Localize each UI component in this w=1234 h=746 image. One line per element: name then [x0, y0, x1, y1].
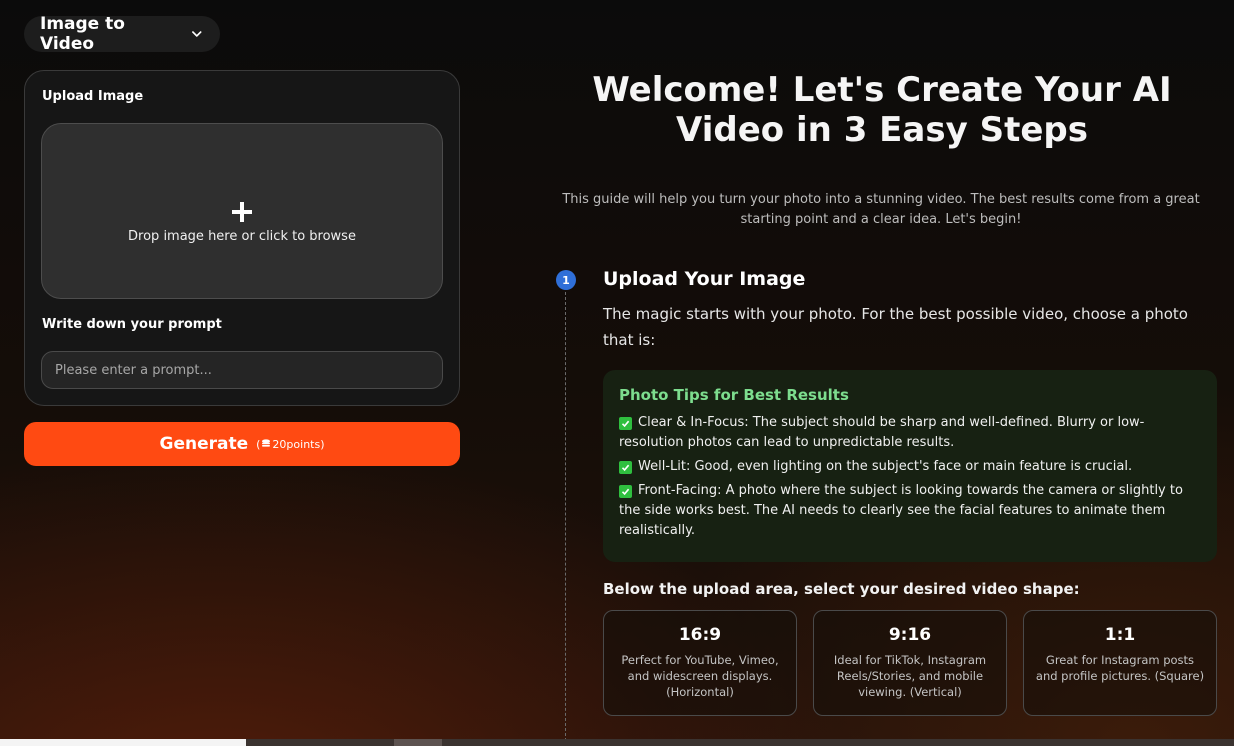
video-shape-heading: Below the upload area, select your desir…: [603, 580, 1080, 598]
tip-item: Well-Lit: Good, even lighting on the sub…: [619, 457, 1201, 477]
page-title-line1: Welcome! Let's Create Your AI: [592, 70, 1172, 110]
generate-cost: (20points): [256, 437, 325, 451]
photo-tips-box: Photo Tips for Best Results Clear & In-F…: [603, 370, 1217, 562]
generate-cost-value: 20points: [272, 437, 321, 451]
generate-button[interactable]: Generate (20points): [24, 422, 460, 466]
mode-selector[interactable]: Image to Video: [24, 14, 220, 54]
page-subtitle: This guide will help you turn your photo…: [562, 192, 1200, 227]
tip-text: Well-Lit: Good, even lighting on the sub…: [638, 459, 1133, 474]
plus-icon: [232, 202, 252, 222]
shape-card-9-16[interactable]: 9:16 Ideal for TikTok, Instagram Reels/S…: [813, 610, 1007, 716]
step-connector-line: [565, 292, 566, 746]
prompt-label: Write down your prompt: [42, 317, 222, 332]
chevron-down-icon: [192, 31, 202, 37]
mode-selector-label: Image to Video: [40, 14, 125, 54]
shape-ratio: 1:1: [1104, 625, 1136, 645]
shape-card-16-9[interactable]: 16:9 Perfect for YouTube, Vimeo, and wid…: [603, 610, 797, 716]
page-title: Welcome! Let's Create Your AI Video in 3…: [560, 70, 1204, 150]
tip-item: Clear & In-Focus: The subject should be …: [619, 413, 1201, 453]
generate-label: Generate: [159, 434, 249, 454]
dropzone-text: Drop image here or click to browse: [128, 229, 356, 244]
shape-description: Perfect for YouTube, Vimeo, and widescre…: [621, 653, 779, 699]
tip-item: Front-Facing: A photo where the subject …: [619, 481, 1201, 541]
image-dropzone[interactable]: Drop image here or click to browse: [41, 123, 443, 299]
tip-text: Front-Facing: A photo where the subject …: [619, 483, 1183, 538]
horizontal-scrollbar[interactable]: [0, 739, 1234, 746]
step-title: Upload Your Image: [603, 268, 806, 290]
coin-icon: [262, 439, 271, 447]
step-number-badge: 1: [556, 270, 576, 290]
input-panel: Upload Image Drop image here or click to…: [24, 70, 460, 406]
check-icon: [619, 417, 632, 430]
shape-description: Great for Instagram posts and profile pi…: [1035, 653, 1205, 683]
shape-card-1-1[interactable]: 1:1 Great for Instagram posts and profil…: [1023, 610, 1217, 716]
check-icon: [619, 485, 632, 498]
scrollbar-track-segment: [0, 739, 246, 746]
prompt-input[interactable]: [41, 351, 443, 389]
shape-ratio: 16:9: [678, 625, 722, 645]
page-title-line2: Video in 3 Easy Steps: [676, 110, 1088, 150]
step-description: The magic starts with your photo. For th…: [603, 305, 1188, 349]
shape-ratio: 9:16: [888, 625, 932, 645]
upload-image-label: Upload Image: [42, 89, 144, 104]
check-icon: [619, 461, 632, 474]
tips-title: Photo Tips for Best Results: [619, 386, 849, 404]
shape-description: Ideal for TikTok, Instagram Reels/Storie…: [833, 653, 987, 699]
scrollbar-thumb[interactable]: [394, 739, 442, 746]
tip-text: Clear & In-Focus: The subject should be …: [619, 415, 1145, 450]
